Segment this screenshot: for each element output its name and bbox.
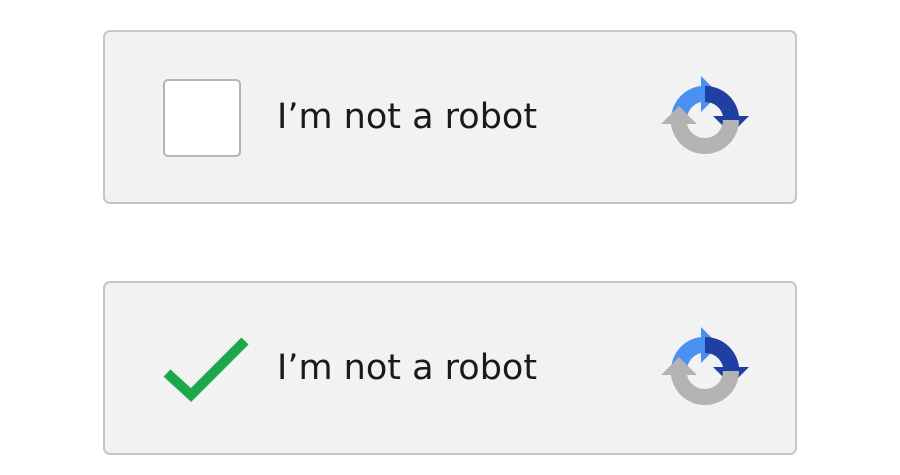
recaptcha-widget-checked: I’m not a robot: [103, 281, 797, 455]
recaptcha-widget-unchecked: I’m not a robot: [103, 30, 797, 204]
not-robot-checkbox[interactable]: [163, 79, 241, 157]
not-robot-label[interactable]: I’m not a robot: [277, 95, 537, 139]
not-robot-label[interactable]: I’m not a robot: [277, 346, 537, 390]
checkmark-icon[interactable]: [161, 333, 249, 403]
recaptcha-logo-icon: [661, 76, 749, 155]
recaptcha-logo-icon: [661, 327, 749, 406]
